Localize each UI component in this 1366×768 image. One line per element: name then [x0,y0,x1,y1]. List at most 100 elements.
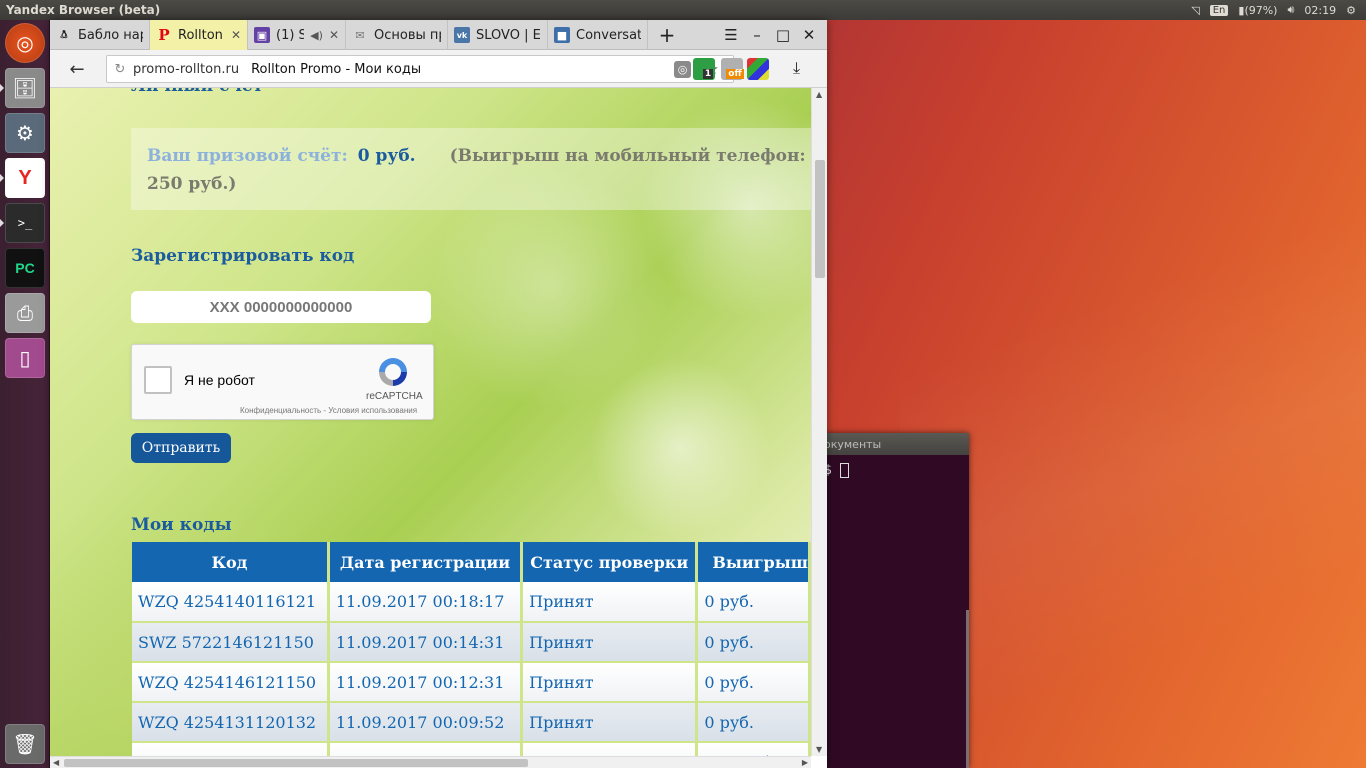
account-heading: Личный счёт [131,88,263,96]
column-header-status: Статус проверки [521,542,699,582]
adblock-badge: 1 [702,69,714,79]
prize-value: 0 руб. [357,146,416,166]
protect-globe-icon[interactable]: ◎ [674,61,691,78]
tab-conversation[interactable]: ■ Conversati [548,20,648,50]
audio-playing-icon[interactable]: ◀) [310,29,323,42]
vertical-scrollbar[interactable]: ▲ ▼ [811,88,827,756]
printer-icon[interactable]: ⎙ [5,293,45,333]
prize-text: Ваш призовой счёт: 0 руб. (Выигрыш на моби… [147,142,807,198]
system-settings-icon[interactable]: ⚙ [5,113,45,153]
scroll-up-icon[interactable]: ▲ [816,90,822,99]
table-row: WZQ 4254121113126 11.09.2017 00:08:35 Пр… [132,742,811,756]
cell-date: 11.09.2017 00:14:31 [328,622,524,663]
tab-close-icon[interactable]: ✕ [329,28,339,42]
menu-icon[interactable]: ☰ [718,20,744,50]
download-icon[interactable]: ⤓ [793,58,800,78]
cell-prize: 0 руб. [696,622,811,663]
terminal-window[interactable]: окументы $ [810,433,969,768]
yandex-browser-icon[interactable]: Y [5,158,45,198]
recaptcha-label: Я не робот [184,372,255,388]
bird-icon: ✉ [355,28,365,42]
wifi-icon[interactable]: ◹ [1191,4,1199,17]
tab-rollton[interactable]: P Rollton ✕ [150,20,248,50]
tab-label: Conversati [576,27,641,43]
cell-prize: 0 руб. [696,662,811,703]
penguin-icon: 🐧︎ [60,27,68,41]
tab-1[interactable]: 🐧︎ Бабло нар [50,20,150,50]
column-header-prize: Выигрыш [696,542,811,582]
tab-close-icon[interactable]: ✕ [231,28,241,42]
tab-label: Бабло нар [78,27,143,43]
cell-status: Принят [521,742,699,756]
usb-drive-icon[interactable]: ▯ [5,338,45,378]
trash-icon[interactable]: 🗑︎ [5,724,45,764]
back-arrow-icon[interactable]: ← [64,58,90,80]
ubuntu-dash-icon[interactable]: ◎ [5,23,45,63]
minimize-icon[interactable]: – [744,20,770,50]
tab-vk[interactable]: vk SLOVO | El [448,20,548,50]
table-row: WZQ 4254140116121 11.09.2017 00:18:17 Пр… [132,582,811,623]
maximize-icon[interactable]: □ [770,20,796,50]
active-app-title: Yandex Browser (beta) [6,3,161,17]
cell-code: WZQ 4254131120132 [132,702,330,743]
url-page-title: Rollton Promo - Мои коды [251,61,422,77]
pycharm-icon[interactable]: PC [5,248,45,288]
recaptcha-checkbox[interactable] [144,366,172,394]
reload-icon[interactable]: ↻ [107,62,133,77]
url-domain: promo-rollton.ru [133,61,240,77]
codes-table: Код Дата регистрации Статус проверки Выи… [132,542,811,756]
column-header-date: Дата регистрации [328,542,524,582]
battery-percent: (97%) [1244,3,1278,17]
files-icon[interactable]: 🗄︎ [5,68,45,108]
volume-icon[interactable]: 🔊︎ [1287,3,1294,17]
code-input[interactable] [131,291,431,323]
submit-button[interactable]: Отправить [131,433,231,463]
clock[interactable]: 02:19 [1304,4,1336,17]
recaptcha-logo-icon [379,358,407,386]
chat-bubble-icon: ■ [554,27,570,43]
terminal-body[interactable]: $ [810,455,969,478]
vertical-scroll-thumb[interactable] [815,160,825,278]
cell-prize: 0 руб. [696,702,811,743]
tab-twitch[interactable]: ▣ (1) SI ◀) ✕ [248,20,346,50]
rollton-p-icon: P [158,26,170,44]
system-indicators: ◹ En ▮(97%) 🔊︎ 02:19 ⚙ [1191,0,1366,20]
keyboard-layout-indicator[interactable]: En [1209,4,1229,16]
url-field[interactable]: ↻ promo-rollton.ru Rollton Promo - Мои к… [106,55,734,83]
recaptcha-links[interactable]: Конфиденциальность - Условия использован… [240,406,417,415]
cell-status: Принят [521,662,699,703]
terminal-title: окументы [810,433,969,455]
address-bar: ← ↻ promo-rollton.ru Rollton Promo - Мои… [50,50,827,88]
battery-indicator[interactable]: ▮(97%) [1238,4,1277,17]
window-edge [966,610,969,768]
tab-4[interactable]: ✉ Основы пр [346,20,448,50]
tab-label: Rollton [178,27,223,43]
tab-label: SLOVO | El [476,27,541,43]
terminal-cursor [839,463,849,478]
page-viewport: Личный счёт Ваш призовой счёт:0 руб.(Выи… [50,88,811,756]
recaptcha-brand: reCAPTCHA [366,391,423,402]
cell-status: Принят [521,702,699,743]
column-header-code: Код [132,542,330,582]
horizontal-scroll-thumb[interactable] [64,759,528,767]
cell-code: WZQ 4254146121150 [132,662,330,703]
turbo-off-icon[interactable]: off [721,58,744,80]
extension-cube-icon[interactable] [747,58,769,80]
prize-account-box: Ваш призовой счёт: 0 руб. (Выигрыш на моби… [131,128,811,210]
terminal-icon[interactable]: >_ [5,203,45,243]
codes-heading: Мои коды [131,515,232,535]
off-badge: off [726,69,744,79]
table-row: SWZ 5722146121150 11.09.2017 00:14:31 Пр… [132,622,811,663]
cell-date: 11.09.2017 00:18:17 [328,582,524,623]
table-header-row: Код Дата регистрации Статус проверки Выи… [132,542,811,582]
horizontal-scrollbar[interactable]: ◀ ▶ [50,756,811,768]
new-tab-button[interactable]: + [654,20,680,50]
adblock-shield-icon[interactable]: 1 [693,58,715,80]
close-window-icon[interactable]: ✕ [796,20,822,50]
scroll-down-icon[interactable]: ▼ [816,745,822,754]
cell-status: Принят [521,582,699,623]
settings-gear-icon[interactable]: ⚙ [1346,4,1356,17]
scroll-right-icon[interactable]: ▶ [802,758,808,767]
prize-label: Ваш призовой счёт: [147,146,348,166]
scroll-left-icon[interactable]: ◀ [53,758,59,767]
